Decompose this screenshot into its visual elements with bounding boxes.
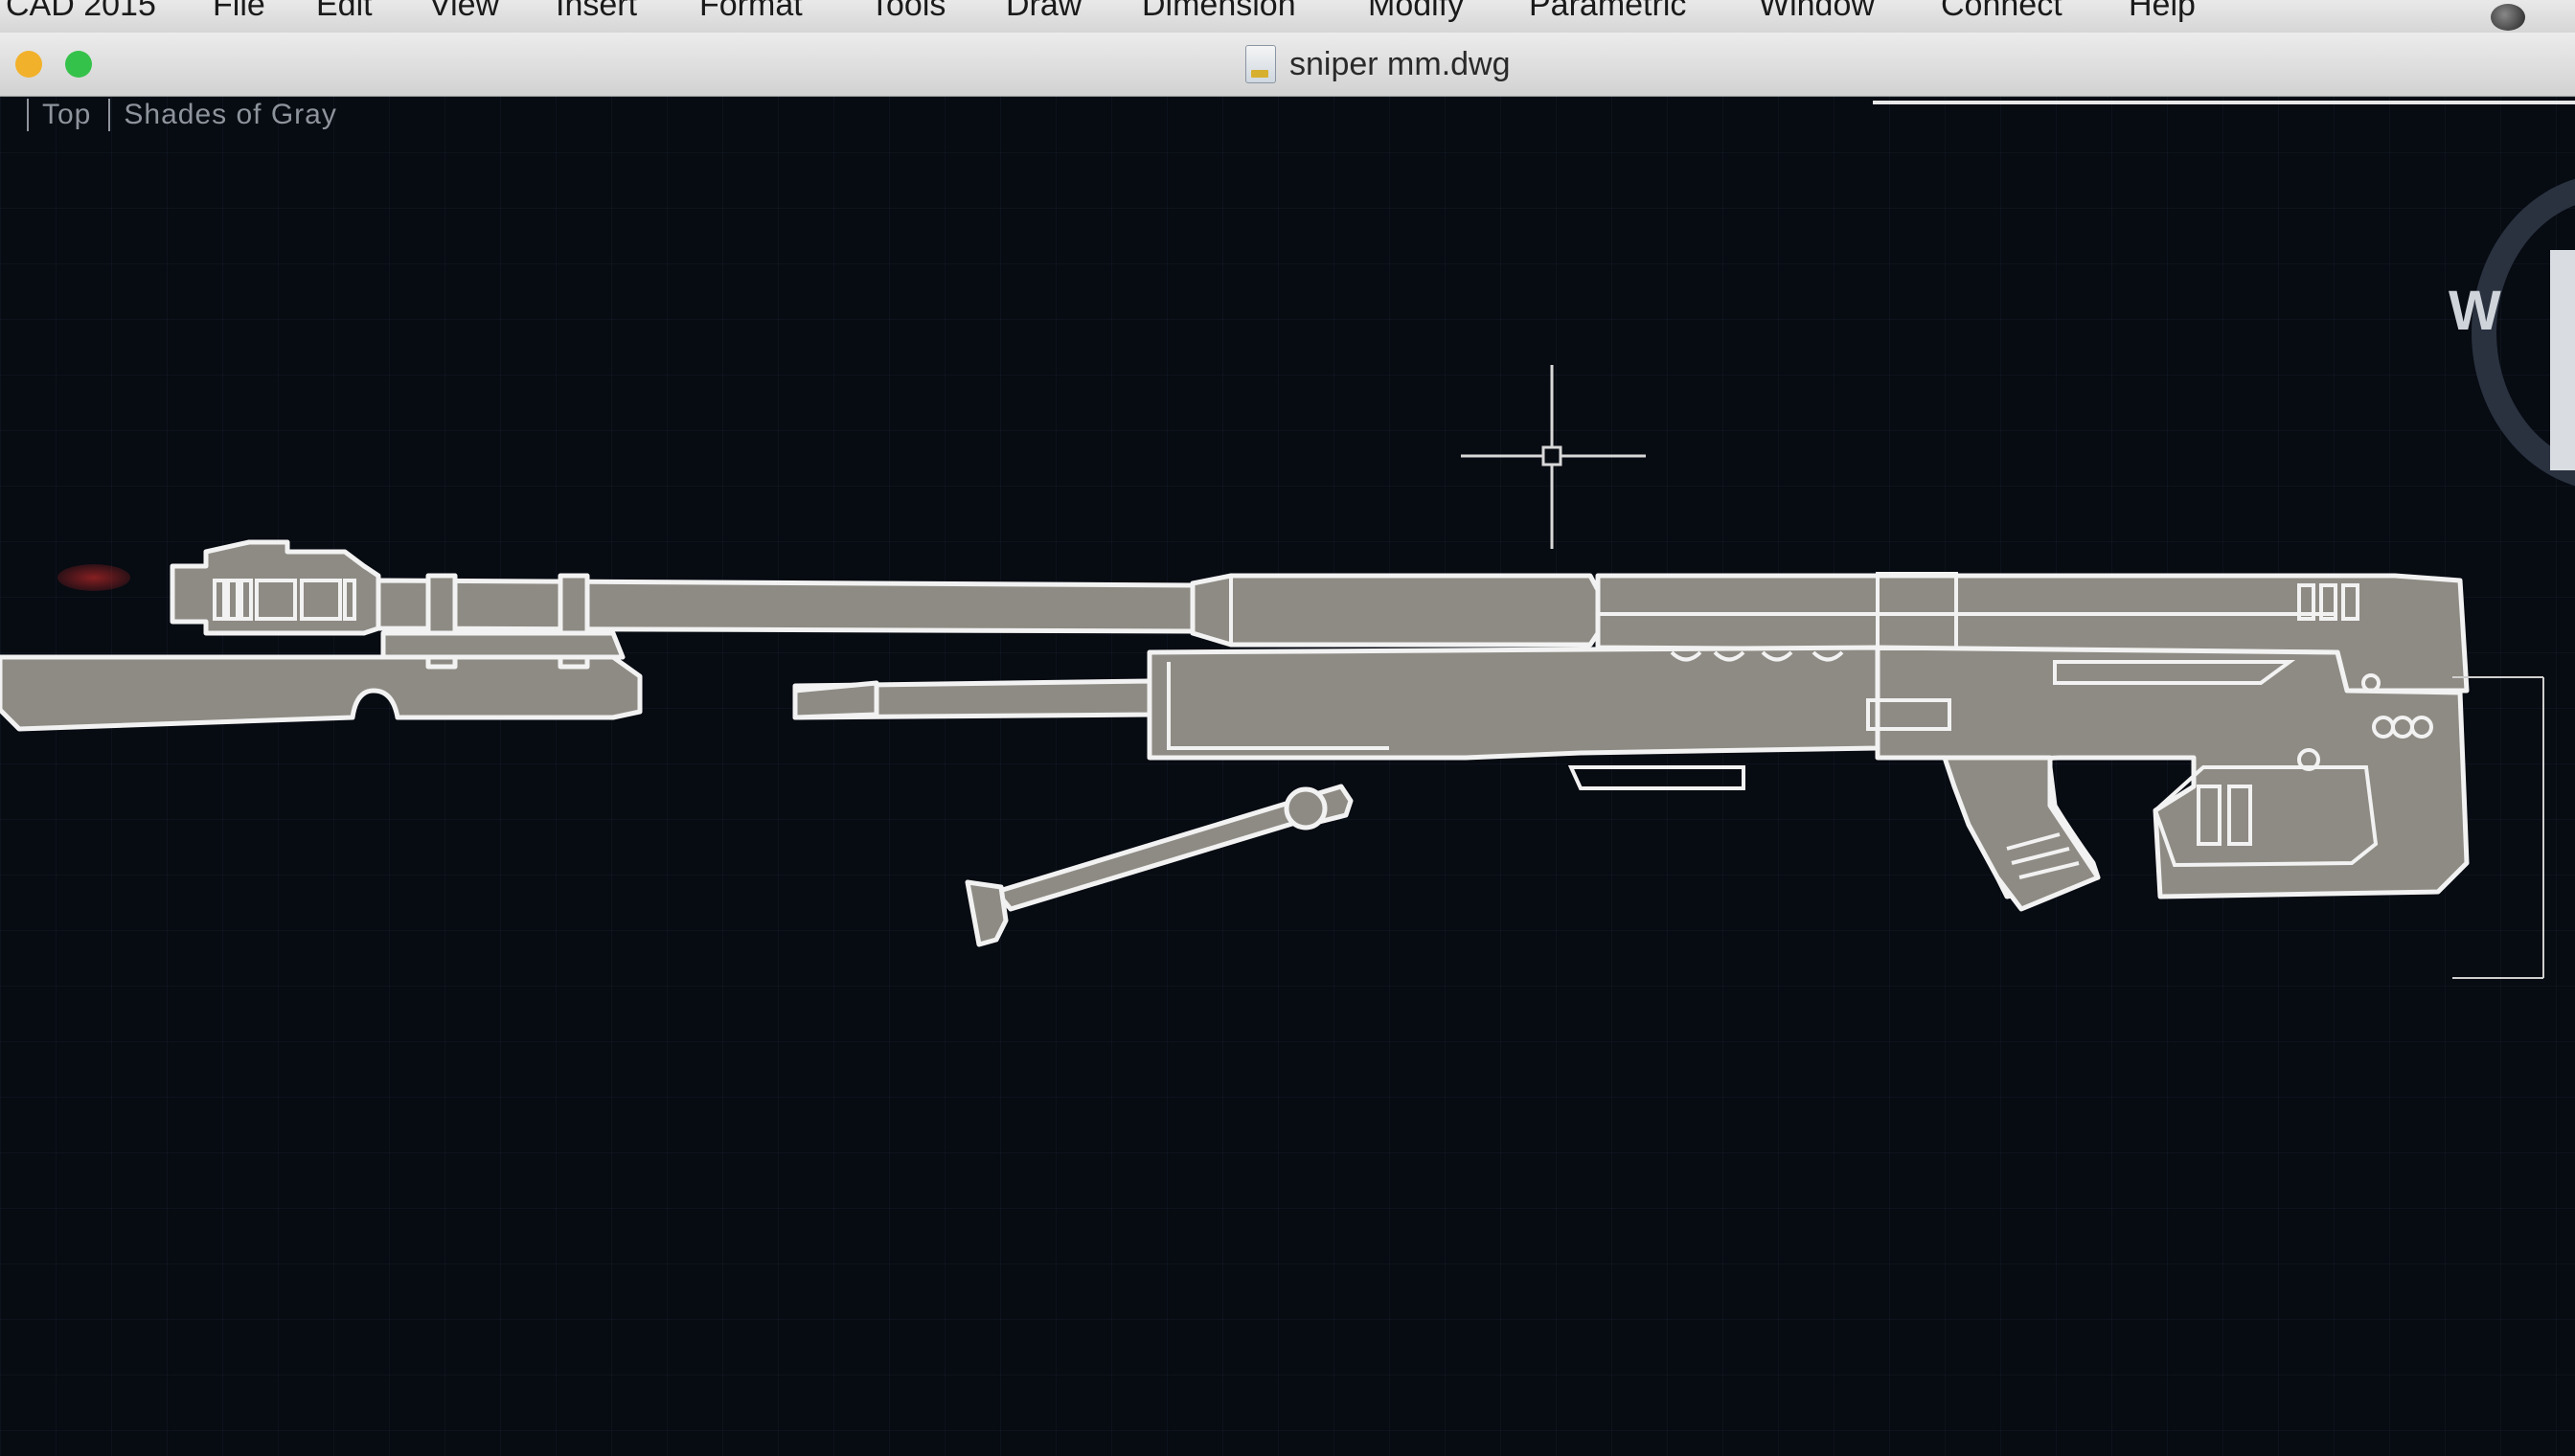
menu-bar: CAD 2015 File Edit View Insert Format To… (0, 0, 2575, 34)
dwg-file-icon (1245, 45, 1276, 83)
menu-dimension[interactable]: Dimension (1142, 0, 1296, 24)
menu-connect[interactable]: Connect (1941, 0, 2062, 24)
barrel-support (380, 630, 626, 660)
bipod-foot (965, 879, 1009, 947)
menu-window[interactable]: Window (1759, 0, 1875, 24)
menu-insert[interactable]: Insert (556, 0, 637, 24)
menu-view[interactable]: View (429, 0, 499, 24)
document-title: sniper mm.dwg (1289, 45, 1511, 82)
menu-edit[interactable]: Edit (316, 0, 373, 24)
front-rail (0, 654, 643, 732)
menu-parametric[interactable]: Parametric (1529, 0, 1686, 24)
menu-draw[interactable]: Draw (1006, 0, 1082, 24)
bipod-pivot (1284, 786, 1328, 830)
sniper-rifle-drawing[interactable] (0, 97, 2575, 1456)
scope-sleeve (1190, 573, 1601, 648)
menu-tools[interactable]: Tools (870, 0, 946, 24)
window-title-bar: sniper mm.dwg (0, 33, 2575, 98)
status-menu-icon[interactable] (2491, 4, 2525, 31)
menu-app-name[interactable]: CAD 2015 (6, 0, 156, 24)
lower-handguard (1147, 645, 1880, 761)
minimize-button[interactable] (15, 51, 42, 78)
menu-file[interactable]: File (213, 0, 265, 24)
crosshair-cursor (1461, 365, 1646, 549)
barrel (376, 578, 1196, 634)
menu-modify[interactable]: Modify (1368, 0, 1464, 24)
menu-format[interactable]: Format (699, 0, 803, 24)
window-title: sniper mm.dwg (1245, 42, 1511, 86)
drawing-canvas[interactable]: Top Shades of Gray W (0, 97, 2575, 1456)
zoom-button[interactable] (65, 51, 92, 78)
menu-help[interactable]: Help (2129, 0, 2196, 24)
bipod-tip (792, 680, 879, 720)
